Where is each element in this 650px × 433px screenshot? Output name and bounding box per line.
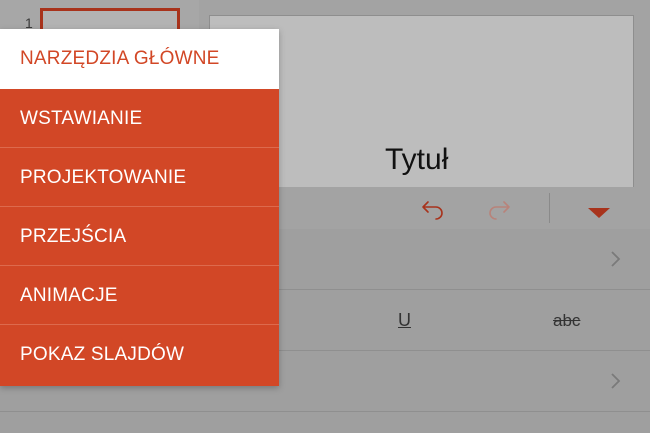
tab-design[interactable]: PROJEKTOWANIE (0, 148, 279, 207)
tab-transitions[interactable]: PRZEJŚCIA (0, 207, 279, 266)
underline-button[interactable]: U (398, 310, 411, 331)
undo-icon[interactable] (420, 196, 446, 220)
tab-insert[interactable]: WSTAWIANIE (0, 89, 279, 148)
ribbon-tab-menu: NARZĘDZIA GŁÓWNE WSTAWIANIE PROJEKTOWANI… (0, 29, 279, 386)
tab-home[interactable]: NARZĘDZIA GŁÓWNE (0, 29, 279, 89)
caret-down-icon[interactable] (586, 201, 612, 225)
toolbar-separator (549, 193, 550, 223)
chevron-right-icon (611, 251, 621, 267)
redo-icon[interactable] (486, 196, 512, 220)
chevron-right-icon (611, 373, 621, 389)
tab-slide-show[interactable]: POKAZ SLAJDÓW (0, 325, 279, 384)
strikethrough-button[interactable]: abc (553, 311, 580, 331)
tab-animations[interactable]: ANIMACJE (0, 266, 279, 325)
slide-title[interactable]: Tytuł (385, 143, 448, 177)
